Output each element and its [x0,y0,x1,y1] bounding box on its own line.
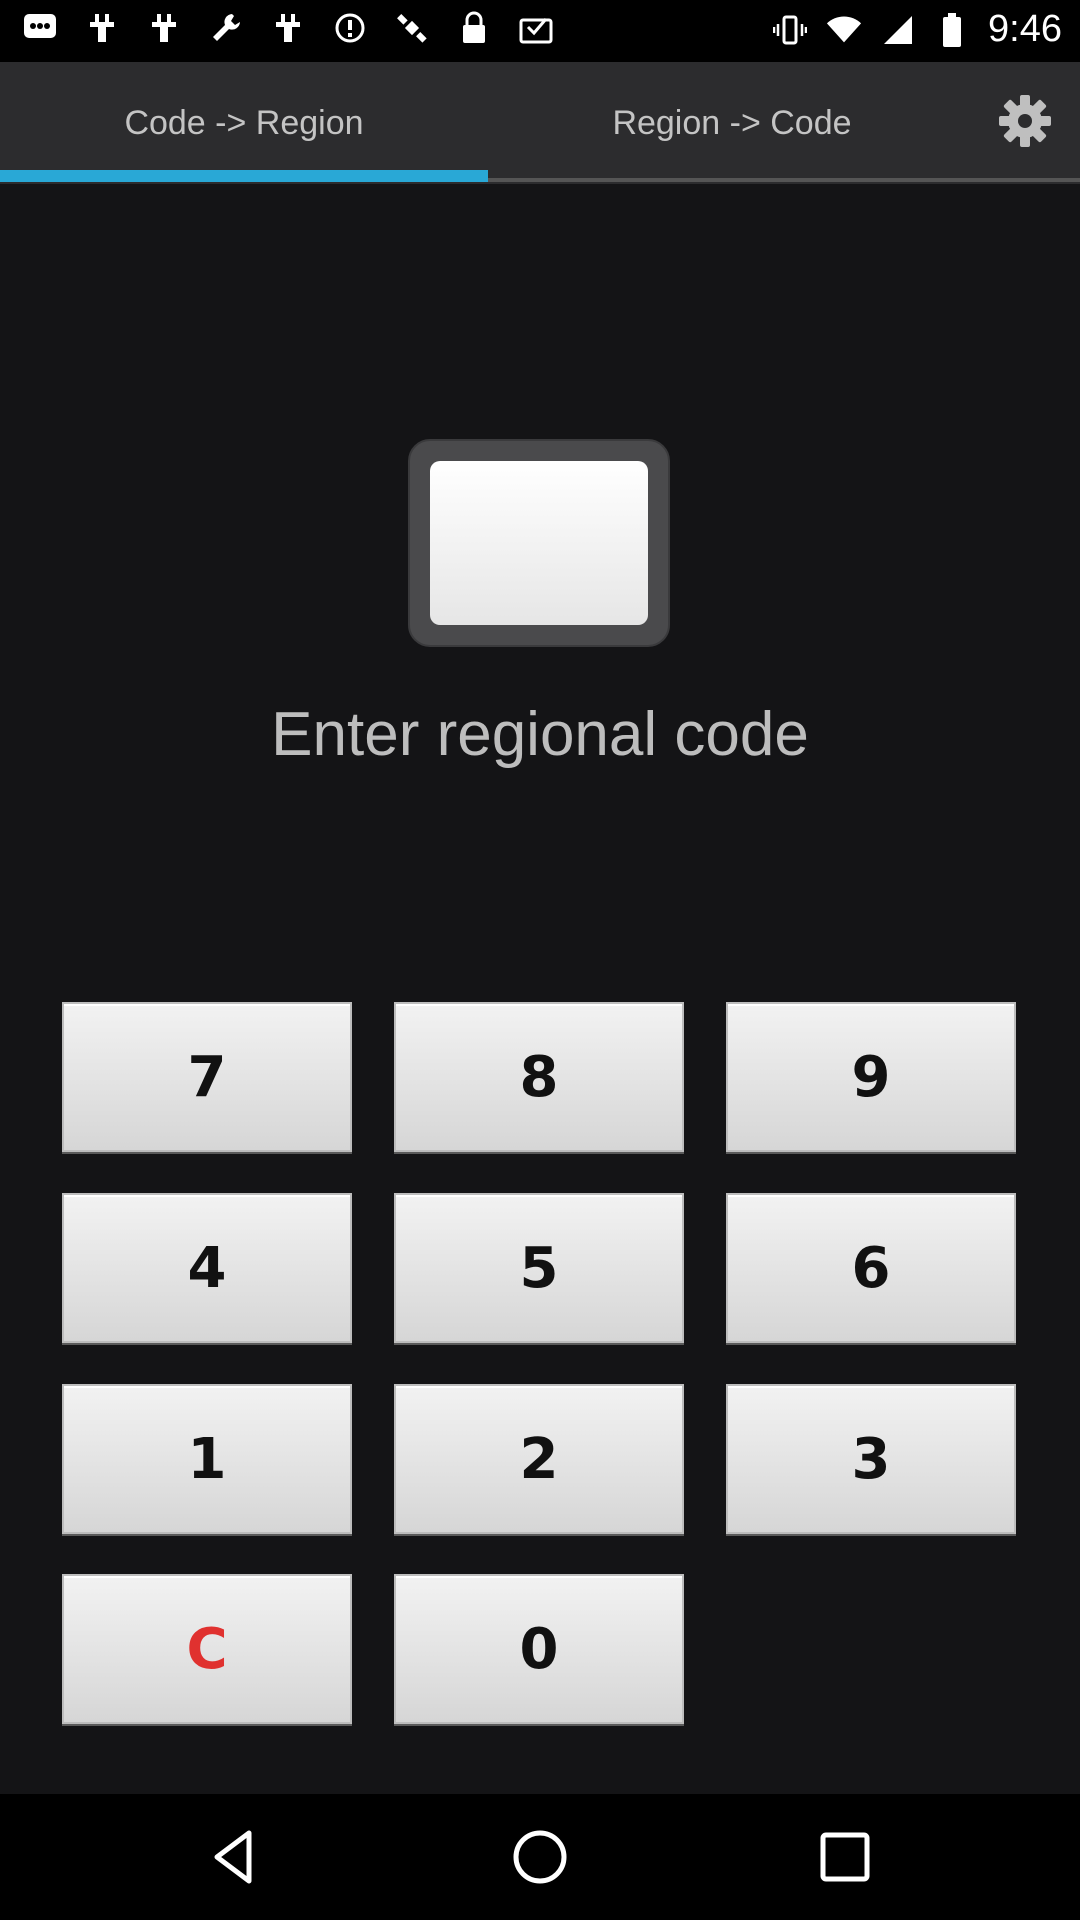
tab-indicator-track [488,178,1080,182]
recents-icon [820,1832,870,1882]
key-6[interactable]: 6 [726,1193,1016,1343]
active-tab-indicator [0,170,488,182]
hashtag-icon [146,10,182,46]
key-4[interactable]: 4 [62,1193,352,1343]
home-button[interactable] [505,1822,575,1892]
tab-code-to-region[interactable]: Code -> Region [0,62,488,184]
status-bar: 9:46 [0,0,1080,62]
circle-info-icon [332,10,368,46]
settings-button[interactable] [990,86,1060,156]
hashtag-icon [84,10,120,46]
signal-icon [880,12,916,48]
system-status: 9:46 [772,8,1062,51]
vibrate-icon [772,12,808,48]
status-clock: 9:46 [988,8,1062,50]
navigation-bar [0,1794,1080,1920]
messages-icon [22,10,58,46]
code-display [430,461,648,625]
home-icon [513,1830,567,1884]
battery-icon [934,12,970,48]
lock-icon [456,10,492,46]
key-clear[interactable]: C [62,1574,352,1724]
key-2[interactable]: 2 [394,1384,684,1534]
recents-button[interactable] [810,1822,880,1892]
wifi-icon [826,12,862,48]
key-1[interactable]: 1 [62,1384,352,1534]
key-7[interactable]: 7 [62,1002,352,1152]
key-5[interactable]: 5 [394,1193,684,1343]
back-icon [214,1830,252,1884]
tab-bar: Code -> Region Region -> Code [0,62,1080,184]
key-3[interactable]: 3 [726,1384,1016,1534]
key-8[interactable]: 8 [394,1002,684,1152]
prompt-text: Enter regional code [271,700,809,769]
code-display-frame [408,439,670,647]
tab-region-to-code[interactable]: Region -> Code [488,62,976,184]
notification-icons [22,10,554,46]
key-0[interactable]: 0 [394,1574,684,1724]
wrench-icon [208,10,244,46]
satellite-icon [394,10,430,46]
back-button[interactable] [200,1822,270,1892]
key-9[interactable]: 9 [726,1002,1016,1152]
hashtag-icon [270,10,306,46]
gear-icon [999,95,1051,147]
checkbox-icon [518,10,554,46]
main-content: Enter regional code 7 8 9 4 5 6 1 2 3 C … [0,184,1080,1794]
